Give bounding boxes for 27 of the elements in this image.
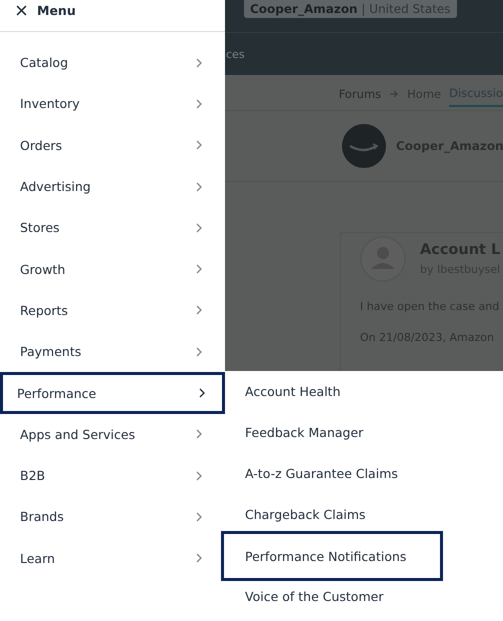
chevron-icon: [196, 346, 202, 357]
chevron-icon: [196, 429, 202, 440]
chevron-icon: [196, 553, 202, 564]
chevron-icon: [196, 58, 202, 68]
chevron-icon: [196, 305, 202, 316]
menu-item[interactable]: Advertising: [0, 166, 225, 208]
menu-item[interactable]: Performance: [0, 372, 225, 414]
menu-item[interactable]: Reports: [0, 290, 225, 332]
menu-item[interactable]: Catalog: [0, 42, 225, 84]
menu-item[interactable]: Inventory: [0, 83, 225, 125]
chevron-icon: [196, 182, 202, 192]
logo-avatar-icon: [342, 124, 386, 168]
chevron-icon: [196, 140, 202, 150]
submenu-item[interactable]: Performance Notifications: [221, 531, 443, 581]
menu-item[interactable]: Payments: [0, 331, 225, 372]
chevron-icon: [196, 512, 202, 522]
chevron-icon: [196, 470, 202, 481]
chevron-icon: [199, 388, 205, 398]
menu-item[interactable]: Growth: [0, 248, 225, 290]
menu-item[interactable]: Stores: [0, 207, 225, 248]
menu-item[interactable]: Orders: [0, 124, 225, 166]
chevron-icon: [196, 98, 202, 109]
close-icon[interactable]: [16, 4, 27, 16]
chevron-icon: [196, 222, 202, 233]
menu-title: Menu: [37, 2, 76, 18]
chevron-icon: [196, 264, 202, 274]
arrow-icon: [389, 88, 400, 98]
